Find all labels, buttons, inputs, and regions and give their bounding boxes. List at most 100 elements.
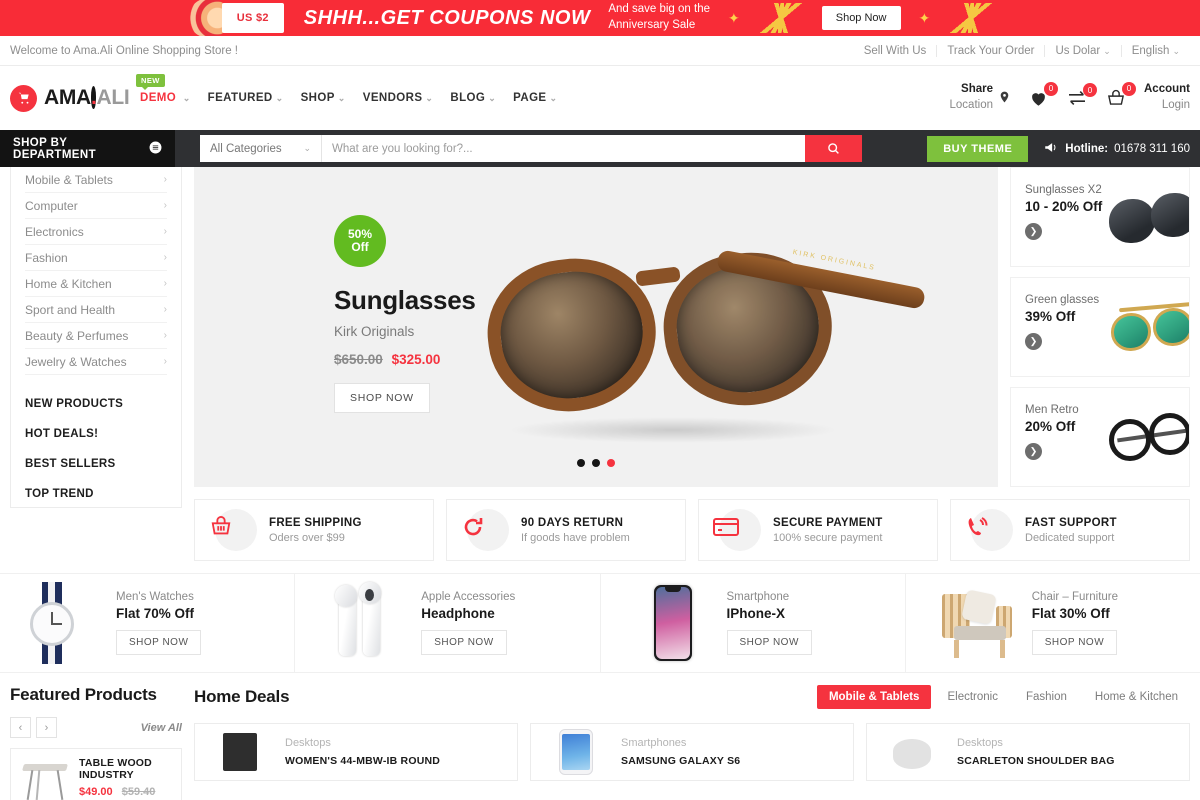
lens-right [1151,193,1189,237]
promo-banner[interactable]: US $2 SHHH...GET COUPONS NOW And save bi… [0,0,1200,36]
track-your-order-link[interactable]: Track Your Order [936,44,1044,57]
chair-pillow [960,589,997,625]
nav-new-badge: NEW [136,74,165,90]
buy-theme-button[interactable]: BUY THEME [927,135,1029,162]
watch-hand-minute [51,623,62,625]
promo-card-arrow-icon[interactable]: ❯ [1025,443,1042,460]
chair-seat-cushion [953,626,1006,640]
cart-icon [10,84,37,112]
cart-count: 0 [1122,81,1136,96]
sunglasses-product-image: KIRK ORIGINALS [468,244,927,443]
slider-dot-1[interactable] [577,459,585,467]
banner-subtitle: Smartphone [726,591,790,603]
wishlist-count: 0 [1044,81,1058,96]
promo-shop-now-button[interactable]: Shop Now [821,6,901,30]
site-logo[interactable]: AMA.ALI [10,84,132,112]
share-location-button[interactable]: Share Location [950,82,1011,113]
sidebar-item-computer[interactable]: Computer › [25,193,167,219]
tab-electronic[interactable]: Electronic [935,685,1010,709]
featured-product-card[interactable]: TABLE WOOD INDUSTRY $49.00 $59.40 [10,748,182,800]
sidebar-item-label: Beauty & Perfumes [25,328,129,343]
promo-card-men-retro[interactable]: Men Retro 20% Off ❯ [1010,387,1190,487]
black-box-product-image [209,729,271,775]
sidebar-link-hot-deals[interactable]: HOT DEALS! [25,419,167,449]
login-label: Login [1161,99,1190,111]
service-title: FREE SHIPPING [269,516,362,529]
slider-dot-3[interactable] [607,459,615,467]
nav-item-page[interactable]: PAGE ⌄ [513,92,557,104]
nav-item-vendors[interactable]: VENDORS ⌄ [363,92,434,104]
featured-view-all-link[interactable]: View All [141,722,182,734]
wrist-watch-image [16,582,104,664]
promo-card-arrow-icon[interactable]: ❯ [1025,223,1042,240]
banner-shop-now-button[interactable]: SHOP NOW [726,630,812,655]
featured-next-button[interactable]: › [36,717,57,738]
search-category-select[interactable]: All Categories ⌄ [200,135,322,162]
sell-with-us-link[interactable]: Sell With Us [854,45,937,57]
nav-item-featured[interactable]: FEATURED ⌄ [208,92,284,104]
sidebar-item-electronics[interactable]: Electronics › [25,219,167,245]
currency-selector[interactable]: Us Dolar ⌄ [1044,44,1120,57]
nav-item-blog[interactable]: BLOG ⌄ [450,92,496,104]
sidebar-link-new-products[interactable]: NEW PRODUCTS [25,389,167,419]
banner-subtitle: Apple Accessories [421,591,516,603]
hero-slider[interactable]: 50% Off Sunglasses Kirk Originals $650.0… [194,167,998,487]
cart-button[interactable]: 0 [1105,81,1136,108]
tab-fashion[interactable]: Fashion [1014,685,1079,709]
slide-shop-now-button[interactable]: SHOP NOW [334,383,430,413]
sidebar-item-home-kitchen[interactable]: Home & Kitchen › [25,271,167,297]
search-submit-button[interactable] [805,135,862,162]
sidebar-item-beauty-perfumes[interactable]: Beauty & Perfumes › [25,323,167,349]
sidebar-item-sport-health[interactable]: Sport and Health › [25,297,167,323]
banner-subtitle: Chair – Furniture [1031,591,1119,603]
deal-card-category: Smartphones [621,737,687,749]
slide-subtitle: Kirk Originals [334,324,415,339]
wishlist-button[interactable]: 0 [1028,81,1058,108]
deal-product-card-2[interactable]: Smartphones SAMSUNG GALAXY S6 [530,723,854,781]
shop-by-department-button[interactable]: SHOP BY DEPARTMENT [0,130,175,167]
service-days-return: 90 DAYS RETURN If goods have problem [446,499,686,561]
slider-dot-2[interactable] [592,459,600,467]
promo-card-sunglasses-x2[interactable]: Sunglasses X2 10 - 20% Off ❯ [1010,167,1190,267]
featured-prev-button[interactable]: ‹ [10,717,31,738]
account-label: Account [1144,83,1190,96]
chevron-right-icon: › [163,356,167,367]
banner-chair-furniture[interactable]: Chair – Furniture Flat 30% Off SHOP NOW [906,574,1200,672]
promo-card-green-glasses[interactable]: Green glasses 39% Off ❯ [1010,277,1190,377]
banner-shop-now-button[interactable]: SHOP NOW [1031,630,1118,655]
banner-smartphone[interactable]: Smartphone IPhone-X SHOP NOW [601,574,906,672]
featured-products-section: Featured Products ‹ › View All TABLE WOO… [10,685,182,800]
deal-product-card-1[interactable]: Desktops WOMEN'S 44-MBW-IB ROUND [194,723,518,781]
account-button[interactable]: Account Login [1144,82,1190,113]
table-leg-2 [56,770,64,800]
nav-item-demo[interactable]: NEW DEMO ⌄ [136,74,191,104]
shop-by-department-label: SHOP BY DEPARTMENT [13,136,97,161]
language-selector[interactable]: English ⌄ [1120,44,1190,57]
sidebar-link-best-sellers[interactable]: BEST SELLERS [25,449,167,479]
banner-shop-now-button[interactable]: SHOP NOW [421,630,507,655]
service-fast-support: FAST SUPPORT Dedicated support [950,499,1190,561]
promo-card-arrow-icon[interactable]: ❯ [1025,333,1042,350]
nav-item-shop[interactable]: SHOP ⌄ [301,92,346,104]
search-input[interactable] [322,135,805,162]
banner-mens-watches[interactable]: Men's Watches Flat 70% Off SHOP NOW [0,574,296,672]
hotline-number: 01678 311 160 [1114,142,1190,155]
sidebar-link-top-trend[interactable]: TOP TREND [25,479,167,509]
sidebar-item-label: Computer [25,198,78,213]
sidebar-item-fashion[interactable]: Fashion › [25,245,167,271]
phone-notch [664,587,681,592]
sidebar-item-jewelry-watches[interactable]: Jewelry & Watches › [25,349,167,375]
compare-button[interactable]: 0 [1066,83,1097,106]
service-free-shipping: FREE SHIPPING Oders over $99 [194,499,434,561]
tab-mobile-tablets[interactable]: Mobile & Tablets [816,685,932,709]
chevron-down-icon: ⌄ [549,93,558,103]
banner-apple-accessories[interactable]: Apple Accessories Headphone SHOP NOW [295,574,601,672]
tab-home-kitchen[interactable]: Home & Kitchen [1083,685,1190,709]
lens-right [1153,308,1189,346]
sidebar-item-mobile-tablets[interactable]: Mobile & Tablets › [25,167,167,193]
product-shape [223,733,257,771]
slider-dots [577,459,615,467]
nav-item-featured-label: FEATURED [207,92,273,104]
deal-product-card-3[interactable]: Desktops SCARLETON SHOULDER BAG [866,723,1190,781]
banner-shop-now-button[interactable]: SHOP NOW [116,630,202,655]
